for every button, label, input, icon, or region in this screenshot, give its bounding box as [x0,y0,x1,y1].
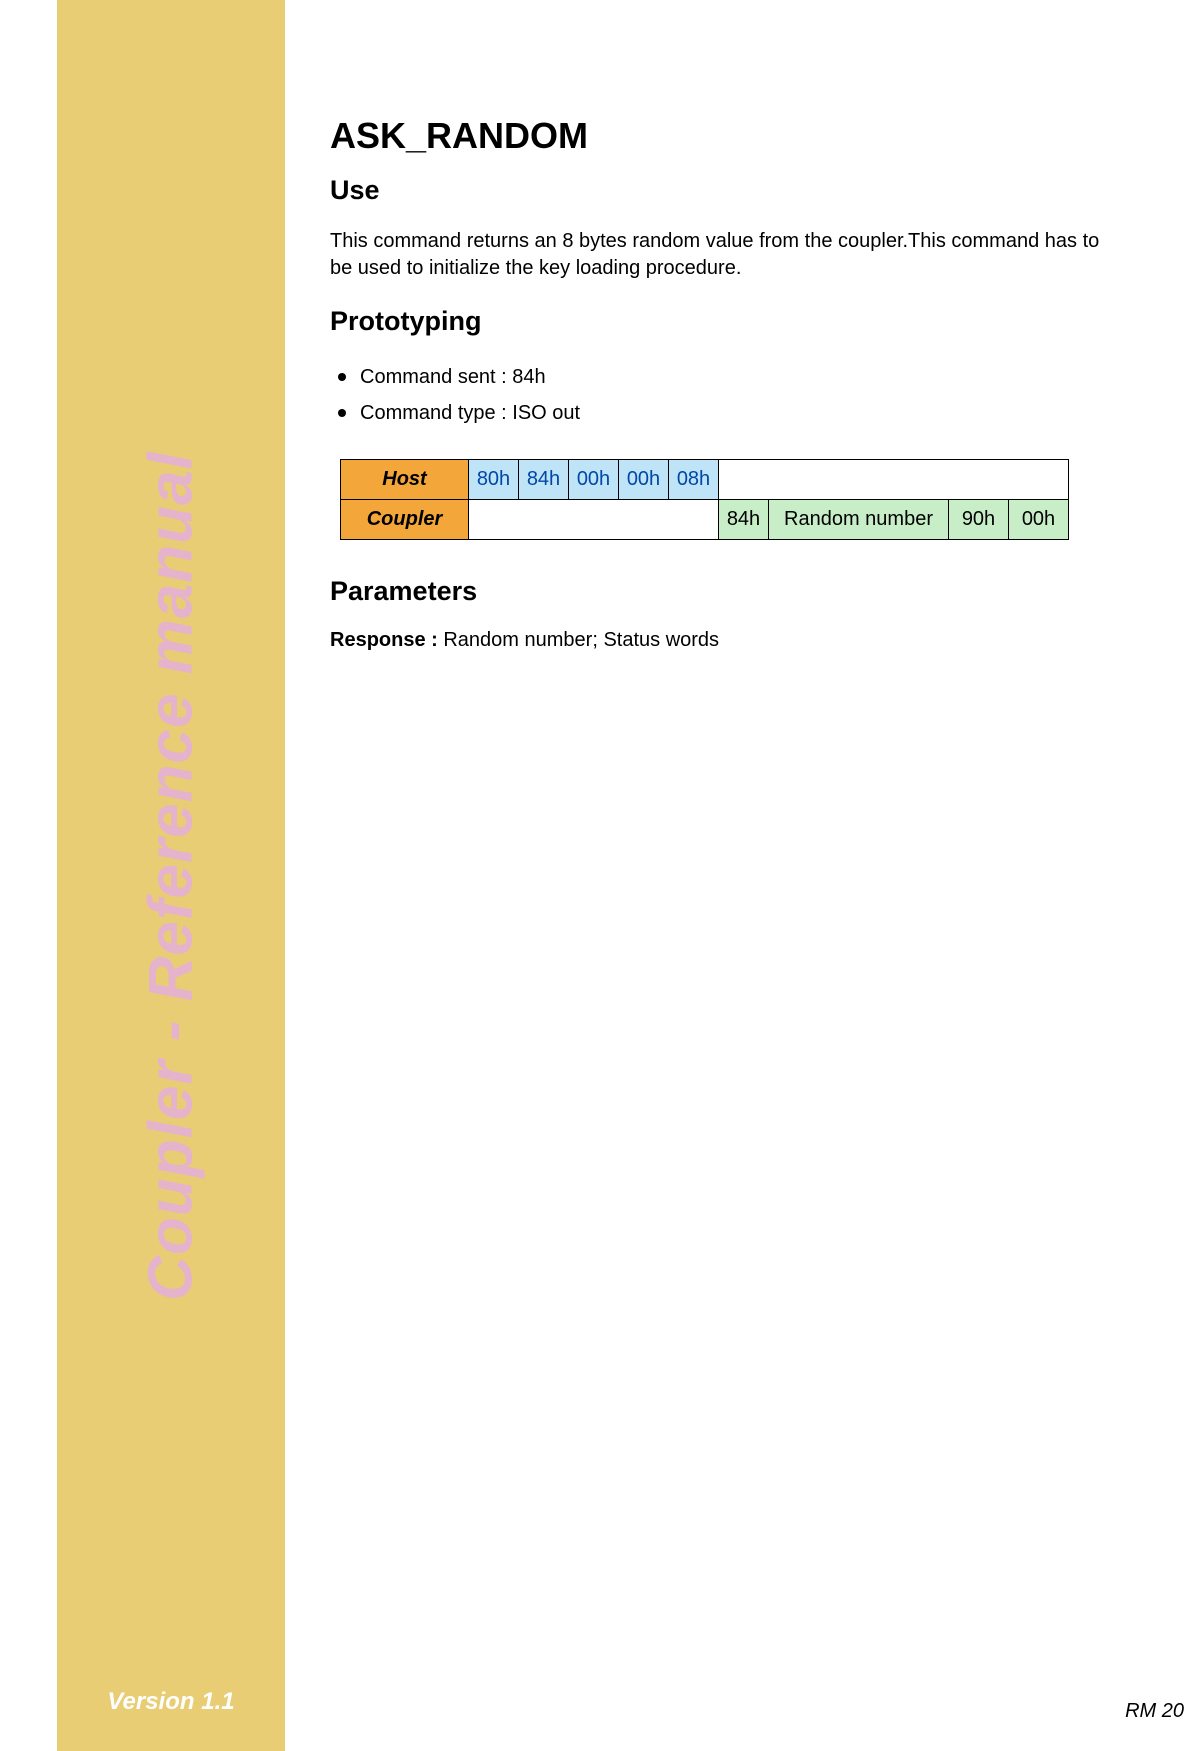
host-byte: 00h [619,460,669,500]
host-byte: 84h [519,460,569,500]
prototyping-table: Host 80h 84h 00h 00h 08h Coupler 84h Ran… [340,459,1126,540]
sidebar: Coupler - Reference manual Version 1.1 [57,0,285,1751]
host-byte: 08h [669,460,719,500]
section-use-heading: Use [330,175,1126,206]
host-byte: 00h [569,460,619,500]
coupler-status-byte: 00h [1009,500,1069,540]
sidebar-title: Coupler - Reference manual [136,451,207,1300]
page-number: RM 20 [1125,1700,1184,1723]
section-use-body: This command returns an 8 bytes random v… [330,228,1126,282]
version-label: Version 1.1 [57,1688,285,1716]
blank-cell [469,500,719,540]
blank-cell [719,460,1069,500]
page-title: ASK_RANDOM [330,115,1126,157]
section-prototyping-heading: Prototyping [330,306,1126,337]
bullet-item: Command type : ISO out [360,395,1126,431]
host-byte: 80h [469,460,519,500]
coupler-status-byte: 90h [949,500,1009,540]
section-parameters-heading: Parameters [330,576,1126,607]
main-content: ASK_RANDOM Use This command returns an 8… [330,115,1126,652]
response-value: Random number; Status words [443,629,719,651]
bullet-item: Command sent : 84h [360,359,1126,395]
coupler-byte: 84h [719,500,769,540]
prototyping-bullets: Command sent : 84h Command type : ISO ou… [330,359,1126,431]
response-label: Response : [330,629,443,651]
row-label-coupler: Coupler [341,500,469,540]
row-label-host: Host [341,460,469,500]
table-row-host: Host 80h 84h 00h 00h 08h [341,460,1069,500]
parameters-response: Response : Random number; Status words [330,629,1126,652]
coupler-random-number: Random number [769,500,949,540]
table-row-coupler: Coupler 84h Random number 90h 00h [341,500,1069,540]
